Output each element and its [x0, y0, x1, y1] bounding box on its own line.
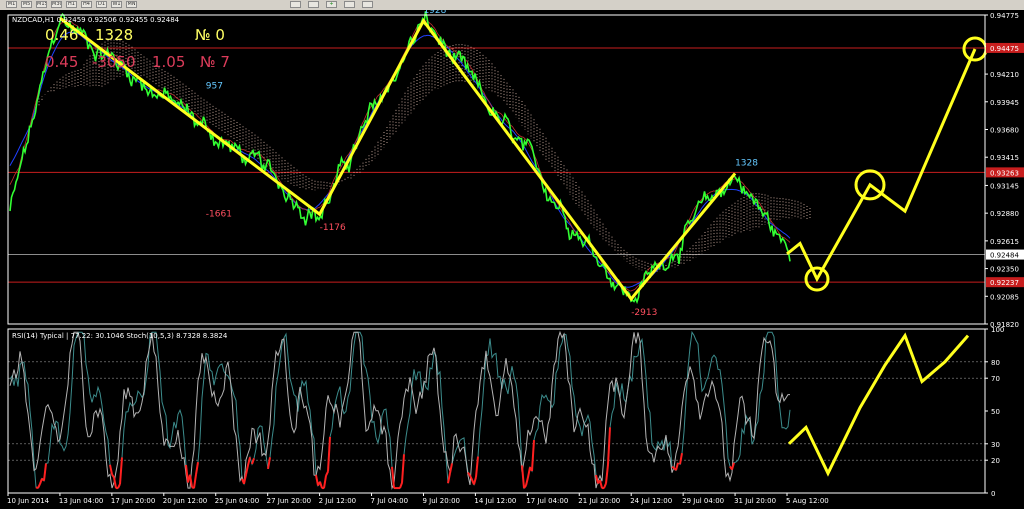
x-tick-label: 25 Jun 04:00	[215, 497, 259, 505]
x-tick-label: 27 Jun 20:00	[267, 497, 311, 505]
x-tick-label: 24 Jul 12:00	[630, 497, 672, 505]
stat-row1-a: 0.46	[45, 26, 78, 44]
zigzag-label: 1928	[423, 10, 446, 16]
y-tick-label: 0.92350	[990, 266, 1019, 274]
chart-svg: 0.94775 0.94475 0.94210 0.93945 0.93680 0.934…	[0, 10, 1024, 509]
y-tick-label: 0.93145	[990, 182, 1019, 190]
y-tick-label: 0.94210	[990, 71, 1019, 79]
level-label: 0.93263	[990, 169, 1019, 177]
x-tick-label: 17 Jun 20:00	[111, 497, 155, 505]
symbol-header: NZDCAD,H1 0.92459 0.92506 0.92455 0.9248…	[12, 16, 180, 24]
stat-row1-c: № 0	[195, 26, 225, 44]
y-tick-label: 0.92615	[990, 238, 1019, 246]
stat-row2-c: 1.05	[152, 53, 185, 71]
stat-row2-a: 0.45	[45, 53, 78, 71]
zigzag-label: 1328	[735, 158, 758, 168]
zoom-icon[interactable]	[308, 1, 319, 8]
x-tick-label: 21 Jul 20:00	[578, 497, 620, 505]
x-tick-label: 31 Jul 20:00	[734, 497, 776, 505]
y-tick-label: 0.93415	[990, 154, 1019, 162]
x-tick-label: 9 Jul 20:00	[422, 497, 460, 505]
timeframe-button-h4[interactable]: H4	[81, 1, 92, 8]
indicator-tick-label: 100	[991, 326, 1004, 334]
timeframe-button-m5[interactable]: M5	[21, 1, 32, 8]
timeframe-button-mn[interactable]: MN	[126, 1, 137, 8]
indicator-tick-label: 70	[991, 375, 1000, 383]
timeframe-button-h1[interactable]: H1	[66, 1, 77, 8]
x-tick-label: 13 Jun 04:00	[59, 497, 103, 505]
y-tick-label: 0.93680	[990, 127, 1019, 135]
x-tick-label: 20 Jun 12:00	[163, 497, 207, 505]
zigzag-label: -1176	[320, 223, 346, 233]
stat-row1-b: 1328	[95, 26, 133, 44]
indicator-tick-label: 0	[991, 490, 995, 498]
x-tick-label: 5 Aug 12:00	[786, 497, 829, 505]
zigzag-label: 1352	[46, 10, 69, 13]
indicator-tick-label: 80	[991, 359, 1000, 367]
x-tick-label: 2 Jul 12:00	[319, 497, 357, 505]
crosshair-icon[interactable]	[290, 1, 301, 8]
x-tick-label: 29 Jul 04:00	[682, 497, 724, 505]
swing-label: 957	[206, 82, 223, 92]
timeframe-button-m1[interactable]: M1	[6, 1, 17, 8]
x-tick-label: 17 Jul 04:00	[526, 497, 568, 505]
indicator-header: RSI(14) Typical | 77.22: 30.1046 Stoch(1…	[12, 332, 228, 340]
y-tick-label: 0.92880	[990, 210, 1019, 218]
timeframe-button-w1[interactable]: W1	[111, 1, 122, 8]
stat-row2-b: -3050	[92, 53, 136, 71]
x-tick-label: 10 Jun 2014	[7, 497, 50, 505]
y-tick-label: 0.92085	[990, 293, 1019, 301]
level-label: 0.94475	[990, 45, 1019, 53]
timeframe-button-m30[interactable]: M30	[51, 1, 62, 8]
indicator-tick-label: 20	[991, 457, 1000, 465]
period-icon[interactable]	[344, 1, 355, 8]
add-indicator-icon[interactable]: +	[326, 1, 337, 8]
template-icon[interactable]	[362, 1, 373, 8]
indicator-tick-label: 30	[991, 441, 1000, 449]
x-tick-label: 14 Jul 12:00	[474, 497, 516, 505]
current-price-label: 0.92484	[990, 252, 1019, 260]
timeframe-button-m15[interactable]: M15	[36, 1, 47, 8]
y-tick-label: 0.94775	[990, 12, 1019, 20]
zigzag-label: -2913	[631, 308, 657, 318]
x-tick-label: 7 Jul 04:00	[371, 497, 409, 505]
indicator-tick-label: 50	[991, 408, 1000, 416]
stat-row2-d: № 7	[200, 53, 230, 71]
timeframe-button-d1[interactable]: D1	[96, 1, 107, 8]
level-label: 0.92237	[990, 279, 1019, 287]
y-tick-label: 0.93945	[990, 99, 1019, 107]
stoch-oversold-segment	[671, 465, 675, 469]
swing-label: -1661	[206, 209, 232, 219]
